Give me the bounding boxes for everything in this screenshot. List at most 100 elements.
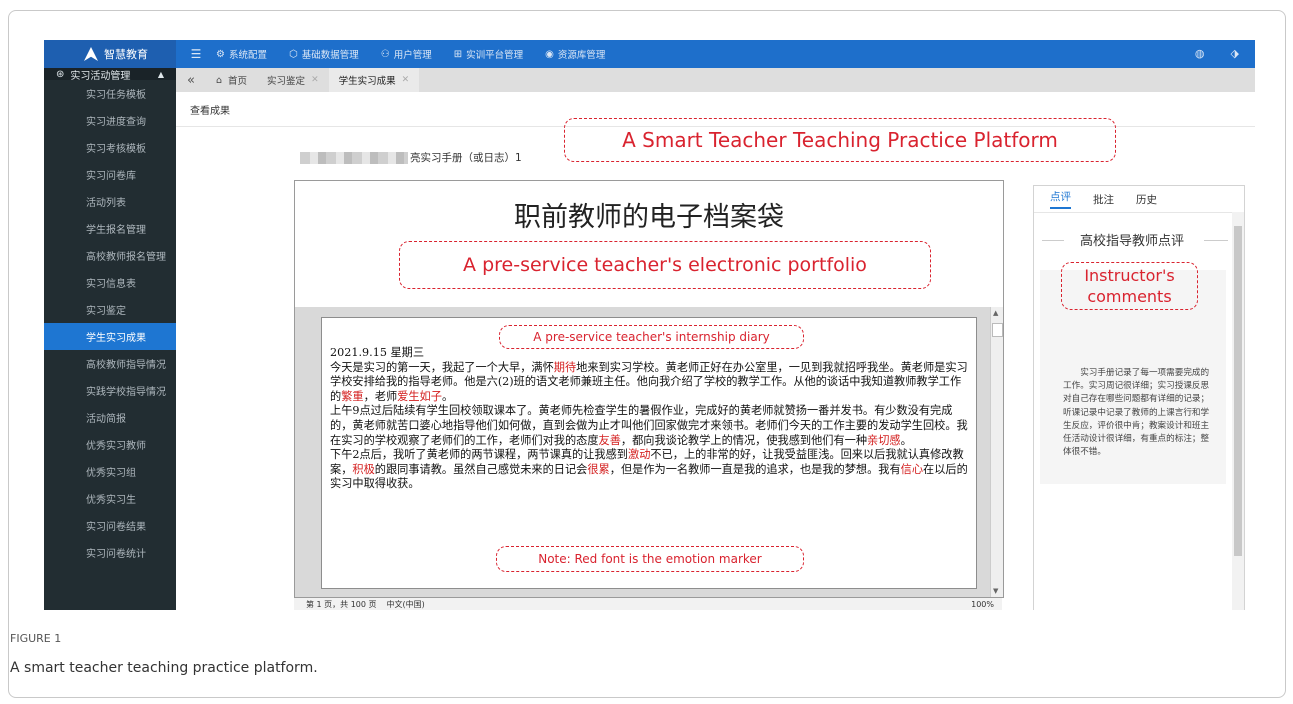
sidebar-item[interactable]: 实习信息表 <box>44 269 176 296</box>
heading-rule-right <box>1204 240 1228 241</box>
tag-icon[interactable]: ⬗ <box>1231 47 1239 60</box>
top-menu-label: 系统配置 <box>228 50 267 61</box>
review-tabs: 点评 批注 历史 <box>1034 186 1244 213</box>
top-menu-item[interactable]: ⚇ 用户管理 <box>380 47 432 62</box>
diary-segment: ，都向我谈论教学上的情况，使我感到他们有一种 <box>620 433 868 447</box>
document-title-text: 亮实习手册（或日志）1 <box>410 152 522 164</box>
logo-text: 智慧教育 <box>104 48 148 61</box>
annotation-diary: A pre-service teacher's internship diary <box>499 325 804 349</box>
emotion-marker: 友善 <box>598 433 621 447</box>
figure-label: FIGURE 1 <box>10 632 62 645</box>
blurred-name <box>300 151 408 164</box>
emotion-marker: 繁重 <box>341 389 364 403</box>
emotion-marker: 激动 <box>628 448 651 462</box>
top-menu-label: 用户管理 <box>393 50 432 61</box>
collapse-left-icon[interactable]: « <box>176 73 206 88</box>
zoom-level[interactable]: 100% <box>971 600 994 609</box>
scroll-up-icon[interactable]: ▲ <box>993 309 998 317</box>
review-tab[interactable]: 历史 <box>1136 192 1157 207</box>
top-menu-label: 实训平台管理 <box>466 50 524 61</box>
top-menu-item[interactable]: ⊞ 实训平台管理 <box>454 47 524 62</box>
tab[interactable]: ⌂ 首页 <box>206 68 257 92</box>
section-icon: ⊛ <box>56 68 65 80</box>
annotation-portfolio: A pre-service teacher's electronic portf… <box>399 241 931 289</box>
sidebar-item[interactable]: 实习鉴定 <box>44 296 176 323</box>
sidebar-item[interactable]: 学生实习成果 <box>44 323 176 350</box>
top-menu-label: 基础数据管理 <box>301 50 359 61</box>
top-right-tools: ◍ ⬗ <box>1195 47 1239 60</box>
editor-scrollbar[interactable]: ▲ ▼ <box>990 307 1003 597</box>
logo-icon <box>84 47 98 61</box>
diary-segment: 的跟同事请教。虽然自己感觉未来的日记会 <box>374 462 588 476</box>
top-navbar: ☰ ⚙ 系统配置 ⬡ 基础数据管理 ⚇ 用户管理 ⊞ 实训平台管理 ◉ 资源库管理 ◍ ⬗ <box>176 40 1255 68</box>
figure-caption: A smart teacher teaching practice platfo… <box>10 660 318 676</box>
top-menu: ⚙ 系统配置 ⬡ 基础数据管理 ⚇ 用户管理 ⊞ 实训平台管理 ◉ 资源库管理 <box>216 47 627 62</box>
breadcrumb: 查看成果 <box>190 106 230 117</box>
top-menu-item[interactable]: ⚙ 系统配置 <box>216 47 267 62</box>
portfolio-heading: 职前教师的电子档案袋 <box>514 202 784 233</box>
emotion-marker: 积极 <box>352 462 375 476</box>
sidebar-item[interactable]: 优秀实习生 <box>44 485 176 512</box>
tab-label: 学生实习成果 <box>338 76 396 87</box>
panel-scrollbar[interactable] <box>1232 212 1244 610</box>
tab-bar: « ⌂ 首页 实习鉴定 ✕ 学生实习成果 ✕ <box>176 68 1255 93</box>
top-menu-item[interactable]: ◉ 资源库管理 <box>545 47 606 62</box>
tab[interactable]: 实习鉴定 ✕ <box>257 68 329 92</box>
review-tab[interactable]: 批注 <box>1093 192 1114 207</box>
annotation-instructor: Instructor's comments <box>1061 262 1198 310</box>
close-icon[interactable]: ✕ <box>311 75 319 85</box>
sidebar-section-header[interactable]: ⊛ 实习活动管理 ▲ <box>44 68 176 82</box>
app-logo[interactable]: 智慧教育 <box>44 40 176 68</box>
annotation-platform: A Smart Teacher Teaching Practice Platfo… <box>564 118 1116 162</box>
panel-scroll-thumb[interactable] <box>1234 226 1242 556</box>
app-screenshot: 智慧教育 ⊛ 实习活动管理 ▲ 实习任务模板 实习进度查询 实习考核模板 实习问卷库活… <box>44 40 1255 610</box>
editor-status-bar: 第 1 页，共 100 页 中文(中国) 100% <box>294 598 1002 610</box>
review-heading: 高校指导教师点评 <box>1079 234 1184 249</box>
scroll-thumb[interactable] <box>992 323 1003 337</box>
page-indicator: 第 1 页，共 100 页 <box>306 599 377 609</box>
sidebar-item[interactable]: 实习进度查询 <box>44 107 176 134</box>
sidebar-item[interactable]: 实习考核模板 <box>44 134 176 161</box>
emotion-marker: 很累 <box>587 462 610 476</box>
sidebar-item[interactable]: 优秀实习组 <box>44 458 176 485</box>
diary-segment: 2021.9.15 星期三 今天是实习的第一天，我起了一个大早，满怀 <box>330 346 554 374</box>
sidebar-nav-list: 实习任务模板 实习进度查询 实习考核模板 实习问卷库 活动列表 学生报名管理 高校教师报名管… <box>44 80 176 566</box>
sidebar-item[interactable]: 实习问卷结果 <box>44 512 176 539</box>
sidebar: 智慧教育 ⊛ 实习活动管理 ▲ 实习任务模板 实习进度查询 实习考核模板 实习问卷库活… <box>44 40 176 610</box>
tab-label: 首页 <box>228 76 248 87</box>
annotation-note: Note: Red font is the emotion marker <box>496 546 804 572</box>
sidebar-item[interactable]: 高校教师指导情况 <box>44 350 176 377</box>
tab[interactable]: 学生实习成果 ✕ <box>328 68 420 92</box>
diary-segment: ，但是作为一名教师一直是我的追求，也是我的梦想。我有 <box>609 462 901 476</box>
diary-text: 2021.9.15 星期三 今天是实习的第一天，我起了一个大早，满怀期待地来到实… <box>330 346 970 492</box>
user-icon: ⚇ <box>380 48 390 60</box>
sidebar-item[interactable]: 实习问卷统计 <box>44 539 176 566</box>
top-menu-label: 资源库管理 <box>557 50 606 61</box>
monitor-icon: ⚙ <box>216 48 225 60</box>
main-content: 查看成果 亮实习手册（或日志）1 职前教师的电子档案袋 2021.9.15 星期… <box>176 92 1255 610</box>
caret-up-icon: ▲ <box>157 69 164 79</box>
document-title: 亮实习手册（或日志）1 <box>300 150 522 165</box>
review-tab[interactable]: 点评 <box>1050 189 1071 209</box>
emotion-marker: 期待 <box>553 360 577 374</box>
close-icon[interactable]: ✕ <box>402 75 410 85</box>
tab-label: 实习鉴定 <box>267 76 306 87</box>
sidebar-item[interactable]: 实习问卷库 <box>44 161 176 188</box>
hamburger-menu-icon[interactable]: ☰ <box>176 47 216 61</box>
sidebar-item[interactable]: 学生报名管理 <box>44 215 176 242</box>
section-label: 实习活动管理 <box>70 70 131 82</box>
shield-icon: ⬡ <box>288 48 298 60</box>
instructor-comment: 实习手册记录了每一项需要完成的工作。实习周记很详细；实习授课反思对自己存在哪些问… <box>1063 368 1210 458</box>
sidebar-item[interactable]: 优秀实习教师 <box>44 431 176 458</box>
sidebar-item[interactable]: 活动列表 <box>44 188 176 215</box>
theme-icon[interactable]: ◍ <box>1195 47 1205 60</box>
sidebar-item[interactable]: 实践学校指导情况 <box>44 377 176 404</box>
sidebar-item[interactable]: 实习任务模板 <box>44 80 176 107</box>
tab-list: ⌂ 首页 实习鉴定 ✕ 学生实习成果 ✕ <box>206 68 420 92</box>
scroll-down-icon[interactable]: ▼ <box>993 587 998 595</box>
sidebar-item[interactable]: 高校教师报名管理 <box>44 242 176 269</box>
database-icon: ◉ <box>545 48 554 60</box>
top-menu-item[interactable]: ⬡ 基础数据管理 <box>288 47 359 62</box>
emotion-marker: 亲切感 <box>867 433 901 447</box>
sidebar-item[interactable]: 活动简报 <box>44 404 176 431</box>
